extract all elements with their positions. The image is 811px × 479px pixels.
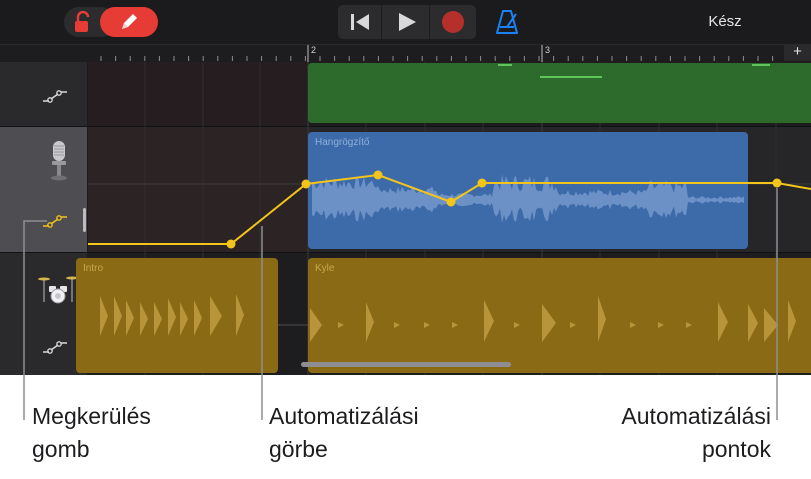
play-icon	[399, 13, 416, 31]
go-to-start-button[interactable]	[338, 5, 381, 39]
automation-point[interactable]	[477, 178, 487, 188]
automation-edit-button[interactable]	[100, 7, 158, 37]
callout-bypass-button: Megkerülés gomb	[32, 400, 151, 466]
callout-automation-curve: Automatizálási görbe	[269, 400, 419, 466]
track-header-3[interactable]	[0, 253, 87, 375]
automation-bypass-icon[interactable]	[42, 89, 68, 103]
microphone-icon	[51, 141, 67, 181]
add-section-button[interactable]: +	[784, 44, 811, 61]
callout-curve-line2: görbe	[269, 436, 328, 462]
callout-bypass-line1: Megkerülés	[32, 403, 151, 429]
automation-point[interactable]	[226, 239, 236, 249]
bar-label-2: 2	[311, 45, 317, 55]
callout-points-line1: Automatizálási	[621, 403, 771, 429]
track-header-1[interactable]	[0, 62, 87, 127]
callout-automation-points: Automatizálási pontok	[621, 400, 771, 466]
bar-label-3: 3	[545, 45, 551, 55]
done-button[interactable]: Kész	[690, 9, 760, 35]
callout-points-line2: pontok	[701, 436, 771, 462]
drum-kit-icon	[38, 276, 78, 304]
garageband-tracks-view: Kész 2 3 + Hangrögzítő Intro Kyle	[0, 0, 811, 375]
automation-point[interactable]	[772, 178, 782, 188]
callout-curve-line1: Automatizálási	[269, 403, 419, 429]
automation-layer	[88, 170, 811, 367]
transport-controls	[338, 5, 476, 39]
ruler-corner	[0, 44, 88, 62]
track-lanes[interactable]: Hangrögzítő Intro Kyle	[76, 62, 811, 375]
record-icon	[442, 11, 464, 33]
metronome-button[interactable]	[494, 8, 520, 36]
horizontal-scroll-indicator[interactable]	[301, 362, 511, 367]
play-button[interactable]	[382, 5, 429, 39]
track-header-2[interactable]	[0, 127, 87, 253]
ruler-ticks	[100, 45, 803, 62]
pencil-icon	[122, 14, 137, 29]
metronome-icon	[496, 10, 518, 34]
track-resize-handle[interactable]	[83, 208, 86, 232]
skip-back-icon	[351, 14, 369, 30]
callout-bypass-line2: gomb	[32, 436, 90, 462]
unlocked-padlock-icon	[75, 11, 90, 32]
automation-point[interactable]	[301, 179, 311, 189]
automation-curve[interactable]	[88, 173, 811, 245]
record-button[interactable]	[430, 5, 476, 39]
control-bar: Kész	[0, 0, 811, 44]
automation-bypass-icon[interactable]	[42, 214, 68, 228]
automation-point[interactable]	[373, 170, 383, 180]
ruler[interactable]: 2 3	[88, 44, 811, 62]
automation-point[interactable]	[446, 197, 456, 207]
automation-bypass-icon[interactable]	[42, 340, 68, 354]
